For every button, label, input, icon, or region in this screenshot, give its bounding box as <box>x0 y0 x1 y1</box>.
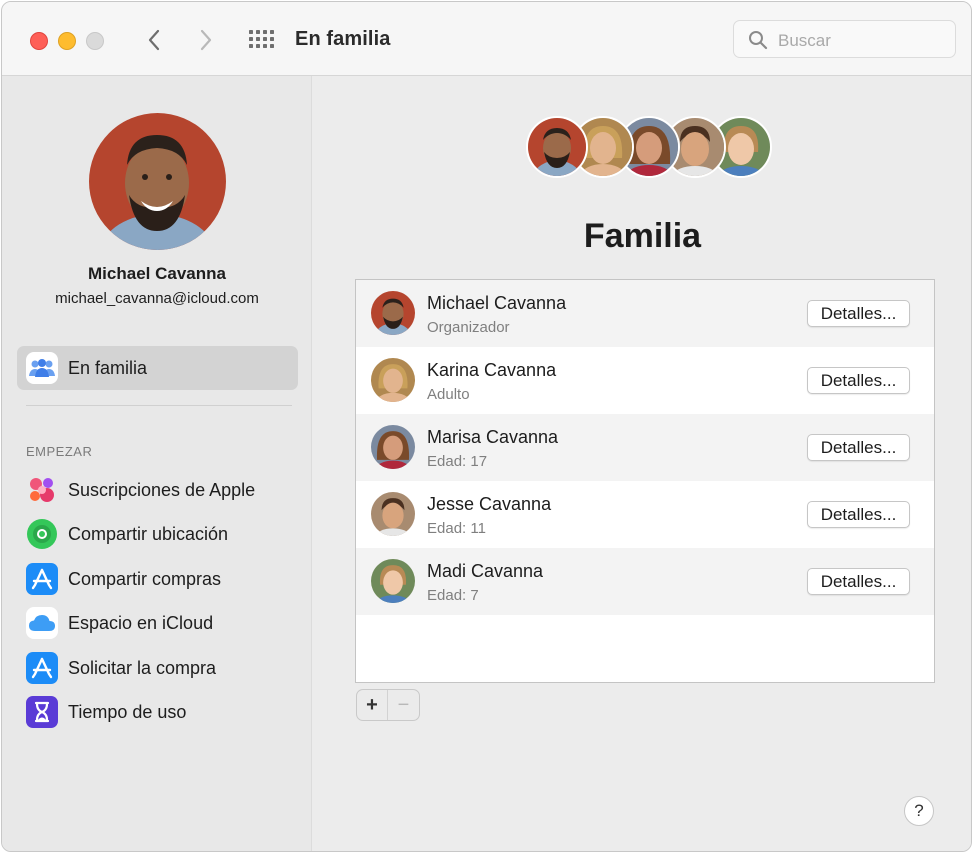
avatar <box>371 358 415 402</box>
add-remove-control: + − <box>356 689 420 721</box>
details-button[interactable]: Detalles... <box>807 568 910 595</box>
member-role: Organizador <box>427 319 510 336</box>
subscriptions-icon <box>26 474 58 506</box>
chevron-right-icon <box>200 29 212 51</box>
close-window-icon[interactable] <box>30 32 48 50</box>
sidebar-item-label: Tiempo de uso <box>68 701 187 722</box>
sidebar-item-compartir-compras[interactable]: Compartir compras <box>17 559 298 599</box>
avatar <box>371 492 415 536</box>
sidebar-item-label: Suscripciones de Apple <box>68 479 256 500</box>
sidebar-item-tiempo-uso[interactable]: Tiempo de uso <box>17 692 298 732</box>
sidebar-item-compartir-ubicacion[interactable]: Compartir ubicación <box>17 514 298 554</box>
member-role: Edad: 11 <box>427 520 486 537</box>
profile-avatar[interactable] <box>89 113 226 250</box>
table-row[interactable]: Michael Cavanna Organizador Detalles... <box>356 280 934 347</box>
search-field[interactable] <box>733 20 956 58</box>
sidebar-section-header: EMPEZAR <box>26 444 93 459</box>
member-role: Edad: 17 <box>427 453 488 470</box>
member-name: Karina Cavanna <box>427 360 557 380</box>
window-title: En familia <box>295 28 391 50</box>
add-member-button[interactable]: + <box>357 690 389 720</box>
title-bar: En familia <box>2 2 971 76</box>
sidebar-item-solicitar-compra[interactable]: Solicitar la compra <box>17 648 298 688</box>
family-avatar-group <box>526 116 772 182</box>
details-button[interactable]: Detalles... <box>807 300 910 327</box>
details-button[interactable]: Detalles... <box>807 367 910 394</box>
zoom-window-icon[interactable] <box>86 32 104 50</box>
avatar <box>371 291 415 335</box>
find-my-icon <box>26 518 58 550</box>
grid-icon <box>249 30 274 48</box>
sidebar: Michael Cavanna michael_cavanna@icloud.c… <box>2 76 312 851</box>
profile-email: michael_cavanna@icloud.com <box>55 290 259 307</box>
chevron-left-icon <box>148 29 160 51</box>
sidebar-divider <box>26 405 292 406</box>
help-button[interactable]: ? <box>904 796 934 826</box>
sidebar-item-label: Compartir compras <box>68 568 222 589</box>
avatar <box>371 425 415 469</box>
sidebar-item-label: Espacio en iCloud <box>68 612 214 633</box>
app-store-icon <box>26 652 58 684</box>
remove-member-button[interactable]: − <box>388 690 419 720</box>
back-button[interactable] <box>140 26 168 54</box>
details-button[interactable]: Detalles... <box>807 501 910 528</box>
sidebar-item-espacio-icloud[interactable]: Espacio en iCloud <box>17 603 298 643</box>
table-row[interactable]: Karina Cavanna Adulto Detalles... <box>356 347 934 414</box>
page-title: Familia <box>583 217 702 255</box>
sidebar-item-label: Compartir ubicación <box>68 523 229 544</box>
minimize-window-icon[interactable] <box>58 32 76 50</box>
member-role: Edad: 7 <box>427 587 479 604</box>
sidebar-item-label: Solicitar la compra <box>68 657 217 678</box>
sidebar-item-en-familia[interactable]: En familia <box>17 348 298 388</box>
family-member-list: Michael Cavanna Organizador Detalles... … <box>355 279 935 683</box>
icloud-icon <box>26 607 58 639</box>
family-settings-window: En familia Michael Cavanna michael_cavan… <box>1 1 972 852</box>
member-name: Michael Cavanna <box>427 293 567 313</box>
table-row[interactable]: Madi Cavanna Edad: 7 Detalles... <box>356 548 934 615</box>
family-icon <box>26 352 58 384</box>
hourglass-icon <box>26 696 58 728</box>
show-all-button[interactable] <box>248 28 274 54</box>
search-icon <box>749 31 768 50</box>
member-name: Jesse Cavanna <box>427 494 552 514</box>
app-store-icon <box>26 563 58 595</box>
member-name: Madi Cavanna <box>427 561 544 581</box>
avatar <box>526 116 588 178</box>
forward-button[interactable] <box>192 26 220 54</box>
search-input[interactable] <box>776 29 950 53</box>
details-button[interactable]: Detalles... <box>807 434 910 461</box>
table-row[interactable]: Marisa Cavanna Edad: 17 Detalles... <box>356 414 934 481</box>
sidebar-item-label: En familia <box>68 357 148 378</box>
member-role: Adulto <box>427 386 470 403</box>
sidebar-item-suscripciones[interactable]: Suscripciones de Apple <box>17 470 298 510</box>
member-name: Marisa Cavanna <box>427 427 559 447</box>
profile-name: Michael Cavanna <box>88 264 226 283</box>
main-pane: Familia Michael Cavanna Organizador Deta… <box>312 76 971 851</box>
avatar <box>371 559 415 603</box>
table-row[interactable]: Jesse Cavanna Edad: 11 Detalles... <box>356 481 934 548</box>
